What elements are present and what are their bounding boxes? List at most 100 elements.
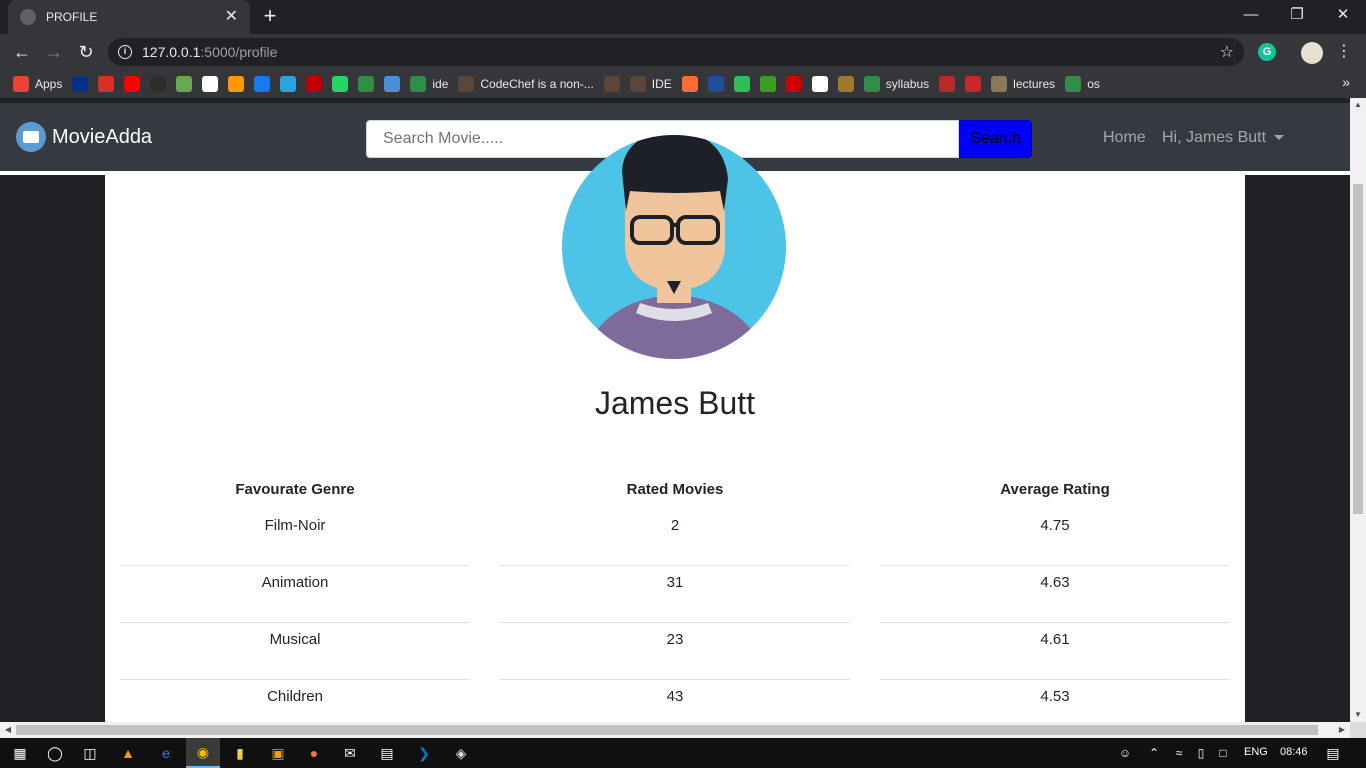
profile-avatar-icon[interactable] bbox=[1301, 42, 1323, 64]
bookmark-item[interactable] bbox=[681, 76, 698, 92]
store-icon[interactable]: ▤ bbox=[376, 742, 398, 764]
clapperboard-icon bbox=[16, 122, 46, 152]
bookmark-icon bbox=[707, 76, 724, 92]
bookmark-label: ide bbox=[432, 77, 449, 91]
minimize-button[interactable]: — bbox=[1228, 0, 1274, 30]
horizontal-scroll-thumb[interactable] bbox=[16, 725, 1318, 735]
bookmark-os[interactable]: os bbox=[1065, 76, 1100, 92]
bookmark-item[interactable] bbox=[759, 76, 776, 92]
browser-tabstrip: PROFILE ✕ + — ❐ ✕ bbox=[0, 0, 1366, 34]
bookmark-item[interactable] bbox=[965, 76, 982, 92]
bookmark-lectures[interactable]: lectures bbox=[991, 76, 1055, 92]
bookmark-syllabus[interactable]: syllabus bbox=[863, 76, 930, 92]
windows-start-icon[interactable]: ▦ bbox=[9, 742, 31, 764]
clock[interactable]: 08:46 bbox=[1280, 746, 1308, 758]
vertical-scrollbar[interactable]: ▲ ▼ bbox=[1350, 98, 1366, 722]
bookmark-item[interactable] bbox=[98, 76, 115, 92]
bookmark-item[interactable] bbox=[603, 76, 620, 92]
bookmark-item[interactable] bbox=[384, 76, 401, 92]
bookmark-ide[interactable]: ide bbox=[410, 76, 448, 92]
play-icon bbox=[176, 76, 193, 92]
average-rating-column-header: Average Rating bbox=[1000, 481, 1110, 498]
windows-taskbar: ▦ ◯ ◫ ▲ e ◉ ▮ ▣ ● ✉ ▤ ❯ ◈ ☺ ⌃ ≈ ▯ □ ENG … bbox=[0, 738, 1366, 768]
bookmark-codechef-is-a-non[interactable]: CodeChef is a non-... bbox=[458, 76, 594, 92]
bookmark-item[interactable] bbox=[202, 76, 219, 92]
chrome-icon[interactable]: ◉ bbox=[186, 738, 220, 768]
info-icon[interactable]: i bbox=[118, 45, 132, 59]
scroll-down-arrow-icon[interactable]: ▼ bbox=[1350, 708, 1366, 722]
tab-close-icon[interactable]: ✕ bbox=[225, 9, 238, 25]
scroll-right-arrow-icon[interactable]: ▶ bbox=[1334, 722, 1350, 738]
bookmark-item[interactable] bbox=[837, 76, 854, 92]
bookmark-ide[interactable]: IDE bbox=[629, 76, 672, 92]
address-bar[interactable]: i 127.0.0.1:5000/profile ☆ bbox=[108, 38, 1244, 66]
average-rating-cell: 4.75 bbox=[880, 509, 1230, 566]
gfg-icon bbox=[358, 76, 375, 92]
grammarly-extension-icon[interactable]: G bbox=[1258, 43, 1276, 61]
search-circle-icon[interactable]: ◯ bbox=[44, 742, 66, 764]
search-button[interactable]: Search bbox=[959, 120, 1032, 158]
forward-button[interactable]: → bbox=[42, 40, 66, 64]
bookmark-item[interactable] bbox=[72, 76, 89, 92]
scroll-up-arrow-icon[interactable]: ▲ bbox=[1350, 98, 1366, 112]
page-viewport: MovieAdda Search Home Hi, James Butt bbox=[0, 98, 1350, 722]
bookmark-item[interactable] bbox=[785, 76, 802, 92]
reload-button[interactable]: ↻ bbox=[74, 40, 98, 64]
mail-icon[interactable]: ✉ bbox=[339, 742, 361, 764]
bookmark-item[interactable] bbox=[306, 76, 323, 92]
bookmark-icon bbox=[759, 76, 776, 92]
bookmark-item[interactable] bbox=[228, 76, 245, 92]
volume-muted-icon[interactable]: □ bbox=[1212, 742, 1234, 764]
restore-button[interactable]: ❐ bbox=[1274, 0, 1320, 30]
bookmark-item[interactable] bbox=[939, 76, 956, 92]
genre-column-header: Favourate Genre bbox=[235, 481, 355, 498]
task-view-icon[interactable]: ◫ bbox=[79, 742, 101, 764]
bookmark-icon bbox=[150, 76, 167, 92]
firefox-icon[interactable]: ● bbox=[303, 742, 325, 764]
chevron-up-icon[interactable]: ⌃ bbox=[1143, 742, 1165, 764]
notifications-icon[interactable]: ▤ bbox=[1322, 742, 1344, 764]
bookmark-item[interactable] bbox=[358, 76, 375, 92]
language-indicator[interactable]: ENG bbox=[1244, 746, 1268, 758]
app-icon[interactable]: ▣ bbox=[267, 742, 289, 764]
profile-card: James Butt Favourate Genre Film-Noir Ani… bbox=[105, 135, 1245, 722]
file-explorer-icon[interactable]: ▮ bbox=[229, 742, 251, 764]
user-menu-dropdown[interactable]: Hi, James Butt bbox=[1162, 129, 1285, 147]
bookmark-item[interactable] bbox=[254, 76, 271, 92]
new-tab-button[interactable]: + bbox=[259, 5, 281, 28]
bookmark-icon bbox=[991, 76, 1008, 92]
profile-name: James Butt bbox=[594, 385, 756, 421]
url-host: 127.0.0.1 bbox=[142, 44, 201, 60]
bookmark-icon bbox=[228, 76, 245, 92]
bookmarks-overflow-icon[interactable]: » bbox=[1342, 74, 1350, 90]
vertical-scroll-thumb[interactable] bbox=[1353, 184, 1363, 514]
window-close-button[interactable]: ✕ bbox=[1320, 0, 1366, 30]
bookmark-item[interactable] bbox=[176, 76, 193, 92]
vlc-icon[interactable]: ▲ bbox=[117, 742, 139, 764]
scroll-left-arrow-icon[interactable]: ◀ bbox=[0, 722, 16, 738]
nav-home-link[interactable]: Home bbox=[1103, 129, 1146, 147]
back-button[interactable]: ← bbox=[10, 40, 34, 64]
rated-movies-column: Rated Movies 2 31 23 43 bbox=[500, 475, 850, 722]
bookmark-item[interactable] bbox=[332, 76, 349, 92]
bookmark-item[interactable] bbox=[280, 76, 297, 92]
chrome-menu-icon[interactable]: ⋮ bbox=[1336, 41, 1352, 63]
codechef-icon bbox=[603, 76, 620, 92]
bookmark-item[interactable] bbox=[707, 76, 724, 92]
battery-icon[interactable]: ▯ bbox=[1190, 742, 1212, 764]
bookmark-apps[interactable]: Apps bbox=[13, 76, 62, 92]
horizontal-scrollbar[interactable]: ◀ ▶ bbox=[0, 722, 1350, 738]
wifi-icon[interactable]: ≈ bbox=[1168, 742, 1190, 764]
bookmark-item[interactable] bbox=[811, 76, 828, 92]
bookmark-label: syllabus bbox=[885, 77, 930, 91]
bookmark-star-icon[interactable]: ☆ bbox=[1220, 42, 1234, 62]
browser-tab[interactable]: PROFILE ✕ bbox=[8, 0, 250, 34]
vscode-icon[interactable]: ❯ bbox=[413, 742, 435, 764]
paint-icon[interactable]: ◈ bbox=[450, 742, 472, 764]
people-icon[interactable]: ☺ bbox=[1114, 742, 1136, 764]
bookmark-item[interactable] bbox=[733, 76, 750, 92]
edge-icon[interactable]: e bbox=[155, 742, 177, 764]
brand-link[interactable]: MovieAdda bbox=[16, 122, 152, 152]
bookmark-item[interactable] bbox=[150, 76, 167, 92]
bookmark-item[interactable] bbox=[124, 76, 141, 92]
